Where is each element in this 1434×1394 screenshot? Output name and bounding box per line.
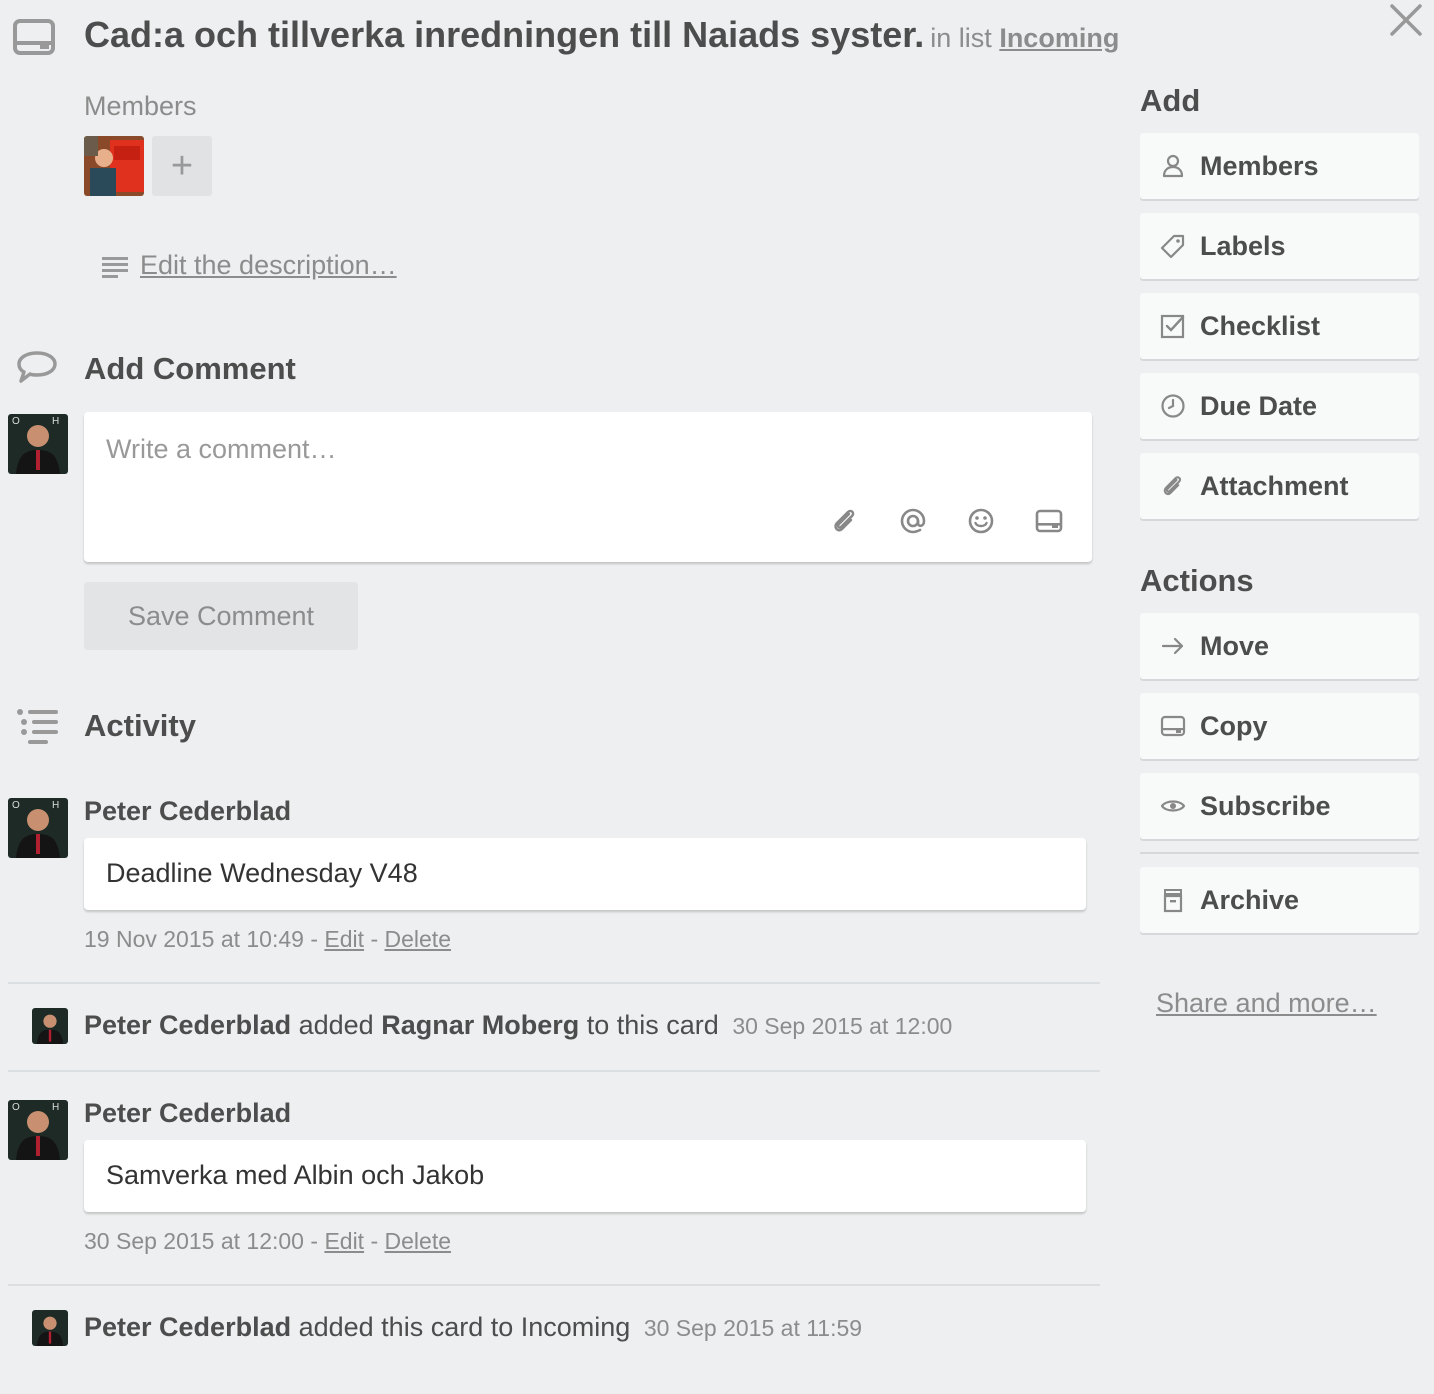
- action-author[interactable]: Peter Cederblad: [84, 1312, 291, 1342]
- meta-separator: -: [310, 1228, 319, 1254]
- comment-meta: 19 Nov 2015 at 10:49 - Edit - Delete: [84, 926, 451, 953]
- add-heading: Add: [1140, 83, 1201, 118]
- activity-heading: Activity: [84, 708, 196, 743]
- action-timestamp[interactable]: 30 Sep 2015 at 11:59: [644, 1315, 862, 1341]
- description-icon: [102, 256, 128, 278]
- activity-action: Peter Cederblad added this card to Incom…: [84, 1312, 862, 1343]
- archive-box-icon: [1160, 887, 1186, 913]
- edit-description-link[interactable]: Edit the description…: [140, 250, 397, 281]
- comment-text: Samverka med Albin och Jakob: [84, 1140, 1086, 1212]
- eye-icon: [1160, 793, 1186, 819]
- svg-text:H: H: [52, 800, 59, 811]
- author-avatar[interactable]: OH: [8, 1100, 68, 1160]
- paperclip-icon[interactable]: [830, 506, 860, 536]
- current-user-avatar: OH: [8, 414, 68, 474]
- activity-divider: [8, 1070, 1100, 1072]
- add-comment-heading: Add Comment: [84, 351, 296, 386]
- smiley-icon[interactable]: [966, 506, 996, 536]
- card-title[interactable]: Cad:a och tillverka inredningen till Nai…: [84, 14, 1119, 56]
- checkbox-icon: [1160, 313, 1186, 339]
- card-title-text[interactable]: Cad:a och tillverka inredningen till Nai…: [84, 14, 924, 55]
- labels-button[interactable]: Labels: [1140, 213, 1419, 279]
- copy-button-label: Copy: [1200, 710, 1268, 741]
- close-icon[interactable]: [1388, 2, 1424, 38]
- members-button-label: Members: [1200, 150, 1319, 181]
- member-avatar[interactable]: [84, 136, 144, 196]
- comment-input[interactable]: Write a comment…: [84, 412, 1092, 562]
- sidebar-divider: [1140, 852, 1419, 854]
- comment-meta: 30 Sep 2015 at 12:00 - Edit - Delete: [84, 1228, 451, 1255]
- tag-icon: [1160, 233, 1186, 259]
- svg-text:H: H: [52, 1102, 59, 1113]
- members-label: Members: [84, 91, 197, 121]
- save-comment-button[interactable]: Save Comment: [84, 582, 358, 650]
- due-date-button-label: Due Date: [1200, 390, 1318, 421]
- add-member-button[interactable]: +: [152, 136, 212, 196]
- share-and-more-link[interactable]: Share and more…: [1156, 988, 1377, 1019]
- comment-author[interactable]: Peter Cederblad: [84, 1098, 291, 1129]
- action-rest: added this card to Incoming: [298, 1312, 631, 1342]
- checklist-button[interactable]: Checklist: [1140, 293, 1419, 359]
- labels-button-label: Labels: [1200, 230, 1286, 261]
- delete-comment-link[interactable]: Delete: [385, 926, 451, 952]
- svg-text:H: H: [52, 416, 59, 427]
- meta-separator: -: [370, 926, 379, 952]
- members-button[interactable]: Members: [1140, 133, 1419, 199]
- at-sign-icon[interactable]: [898, 506, 928, 536]
- action-timestamp[interactable]: 30 Sep 2015 at 12:00: [732, 1013, 952, 1039]
- edit-comment-link[interactable]: Edit: [324, 1228, 364, 1254]
- actions-heading: Actions: [1140, 563, 1254, 598]
- author-avatar[interactable]: OH: [8, 798, 68, 858]
- in-list-prefix: in list: [930, 23, 992, 53]
- action-rest: to this card: [586, 1010, 719, 1040]
- attachment-button-label: Attachment: [1200, 470, 1349, 501]
- archive-button[interactable]: Archive: [1140, 867, 1419, 933]
- action-target[interactable]: Ragnar Moberg: [381, 1010, 579, 1040]
- comment-timestamp: 19 Nov 2015 at 10:49: [84, 926, 304, 952]
- activity-list-icon: [16, 708, 60, 744]
- checklist-button-label: Checklist: [1200, 310, 1321, 341]
- subscribe-button[interactable]: Subscribe: [1140, 773, 1419, 839]
- svg-text:O: O: [12, 1102, 20, 1113]
- arrow-right-icon: [1160, 633, 1186, 659]
- clock-icon: [1160, 393, 1186, 419]
- move-button[interactable]: Move: [1140, 613, 1419, 679]
- card-icon[interactable]: [1034, 506, 1064, 536]
- author-avatar[interactable]: [32, 1310, 68, 1346]
- author-avatar[interactable]: [32, 1008, 68, 1044]
- action-author[interactable]: Peter Cederblad: [84, 1010, 291, 1040]
- copy-button[interactable]: Copy: [1140, 693, 1419, 759]
- due-date-button[interactable]: Due Date: [1140, 373, 1419, 439]
- card-icon: [12, 18, 56, 56]
- speech-bubble-icon: [16, 350, 58, 384]
- comment-author[interactable]: Peter Cederblad: [84, 796, 291, 827]
- comment-timestamp: 30 Sep 2015 at 12:00: [84, 1228, 304, 1254]
- svg-text:O: O: [12, 800, 20, 811]
- activity-divider: [8, 1284, 1100, 1286]
- person-icon: [1160, 153, 1186, 179]
- activity-action: Peter Cederblad added Ragnar Moberg to t…: [84, 1010, 952, 1041]
- comment-placeholder: Write a comment…: [106, 434, 337, 464]
- meta-separator: -: [370, 1228, 379, 1254]
- attachment-button[interactable]: Attachment: [1140, 453, 1419, 519]
- activity-divider: [8, 982, 1100, 984]
- action-verb: added: [298, 1010, 374, 1040]
- paperclip-icon: [1160, 473, 1186, 499]
- delete-comment-link[interactable]: Delete: [385, 1228, 451, 1254]
- archive-button-label: Archive: [1200, 884, 1300, 915]
- subscribe-button-label: Subscribe: [1200, 790, 1331, 821]
- meta-separator: -: [310, 926, 319, 952]
- svg-text:O: O: [12, 416, 20, 427]
- comment-text: Deadline Wednesday V48: [84, 838, 1086, 910]
- card-icon: [1160, 713, 1186, 739]
- move-button-label: Move: [1200, 630, 1270, 661]
- edit-comment-link[interactable]: Edit: [324, 926, 364, 952]
- list-link[interactable]: Incoming: [999, 23, 1119, 53]
